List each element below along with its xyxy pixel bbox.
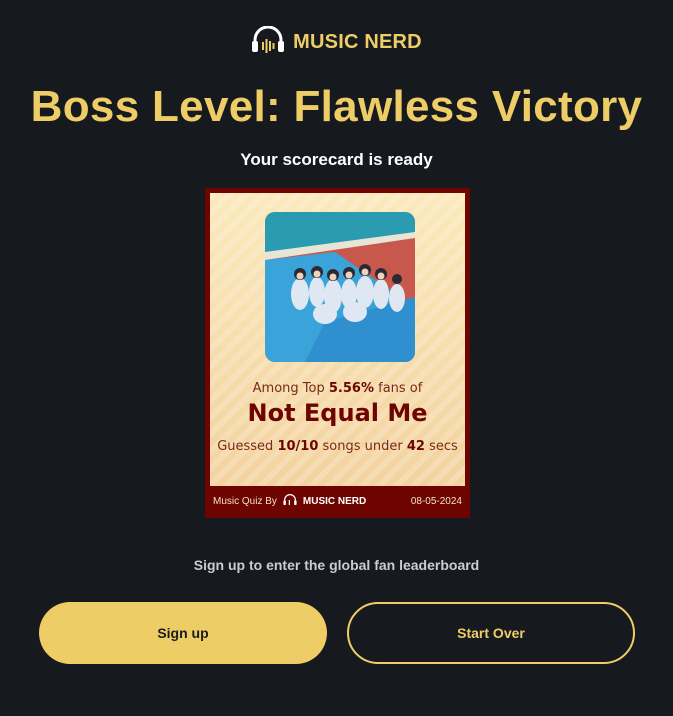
guess-prefix: Guessed: [217, 439, 278, 454]
page-subtitle: Your scorecard is ready: [240, 150, 433, 169]
guess-score: 10/10: [277, 439, 319, 454]
headphones-icon: [251, 25, 285, 59]
fan-rank-percent: 5.56%: [328, 381, 374, 396]
fan-rank-prefix: Among Top: [252, 381, 329, 396]
guess-suffix: secs: [424, 439, 458, 454]
signup-button[interactable]: Sign up: [39, 602, 327, 664]
signup-prompt: Sign up to enter the global fan leaderbo…: [193, 557, 480, 573]
guess-seconds: 42: [406, 439, 425, 454]
scorecard: Among Top 5.56% fans of Not Equal Me Gue…: [205, 188, 470, 518]
start-over-button[interactable]: Start Over: [347, 602, 635, 664]
mini-headphones-icon: [283, 493, 297, 509]
brand-name: MUSIC NERD: [293, 31, 422, 53]
scorecard-body: Among Top 5.56% fans of Not Equal Me Gue…: [210, 193, 465, 486]
fan-rank-line: Among Top 5.56% fans of: [210, 381, 465, 396]
guess-middle: songs under: [318, 439, 407, 454]
footer-label: Music Quiz By: [213, 495, 277, 507]
artist-name: Not Equal Me: [247, 399, 428, 427]
footer-credit: Music Quiz By MUSIC NERD: [213, 493, 367, 509]
scorecard-footer: Music Quiz By MUSIC NERD 08-05-2024: [213, 490, 462, 512]
fan-rank-suffix: fans of: [373, 381, 423, 396]
album-cover-image: [265, 212, 415, 362]
brand-header: MUSIC NERD: [0, 25, 673, 59]
page-title: Boss Level: Flawless Victory: [30, 82, 643, 131]
scorecard-date: 08-05-2024: [410, 495, 462, 507]
footer-brand: MUSIC NERD: [302, 495, 367, 507]
guess-summary-line: Guessed 10/10 songs under 42 secs: [210, 439, 465, 454]
